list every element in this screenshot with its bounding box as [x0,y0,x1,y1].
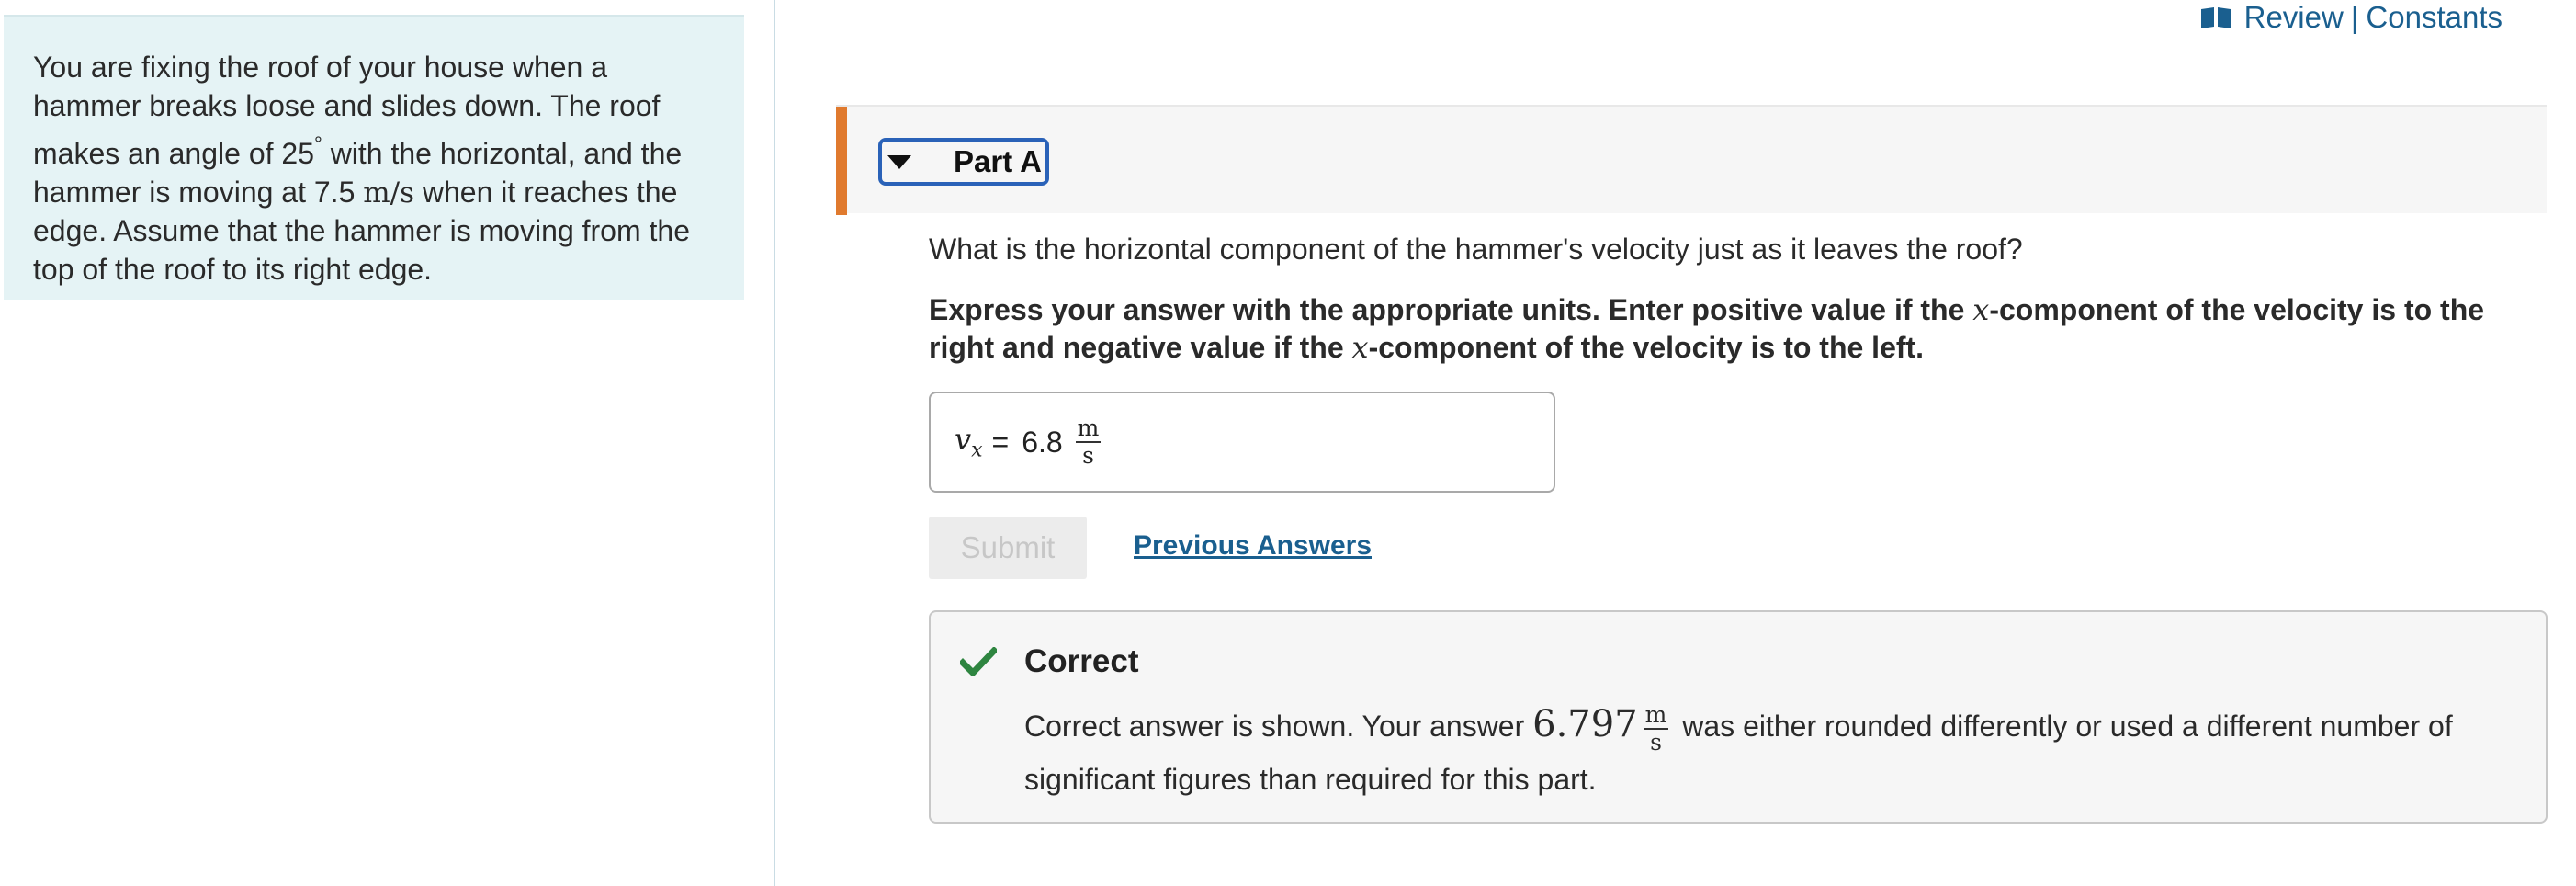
equals-sign: = [991,425,1010,459]
link-separator: | [2350,0,2359,34]
problem-statement: You are fixing the roof of your house wh… [33,49,715,289]
panel-divider [774,0,775,886]
answer-field[interactable]: vx = 6.8 m s [929,392,1555,493]
previous-answers-link[interactable]: Previous Answers [1134,530,1372,562]
part-a-toggle[interactable]: Part A [878,138,1049,186]
speed-unit: m/s [363,176,414,210]
caret-down-icon [887,154,911,169]
feedback-value: 6.797 [1532,703,1638,745]
top-links: Review | Constants [2200,0,2503,35]
answer-unit: m s [1075,415,1102,469]
instr-var-1: x [1972,292,1990,327]
problem-panel: You are fixing the roof of your house wh… [4,15,744,300]
unit-denominator: s [1082,442,1094,469]
feedback-status: Correct [1024,643,1139,679]
book-icon [2200,7,2231,28]
part-title: Part A [954,144,1042,178]
part-accent-bar [836,107,847,215]
answer-instructions: Express your answer with the appropriate… [929,291,2527,367]
degree-symbol: ° [313,132,322,155]
review-link[interactable]: Review [2244,0,2344,35]
checkmark-icon [960,647,997,676]
answer-value: 6.8 [1022,425,1063,459]
constants-link[interactable]: Constants [2366,0,2503,35]
variable-subscript: x [971,438,983,462]
submit-button[interactable]: Submit [929,517,1087,579]
part-header: Part A [836,105,2547,215]
feedback-text-1: Correct answer is shown. Your answer [1024,710,1533,743]
instr-var-2: x [1351,330,1369,365]
feedback-message: Correct answer is shown. Your answer 6.7… [1024,700,2522,803]
feedback-unit-numerator: m [1643,700,1669,730]
answer-variable: vx [955,422,983,461]
page: You are fixing the roof of your house wh… [0,0,2576,886]
feedback-unit: ms [1643,700,1669,755]
instr-text-1: Express your answer with the appropriate… [929,293,1973,326]
variable-letter: v [955,422,972,458]
feedback-box: Correct Correct answer is shown. Your an… [929,610,2548,824]
question-text: What is the horizontal component of the … [929,233,2023,266]
unit-numerator: m [1075,415,1102,443]
feedback-unit-denominator: s [1650,728,1662,755]
instr-text-3: -component of the velocity is to the lef… [1368,331,1925,364]
